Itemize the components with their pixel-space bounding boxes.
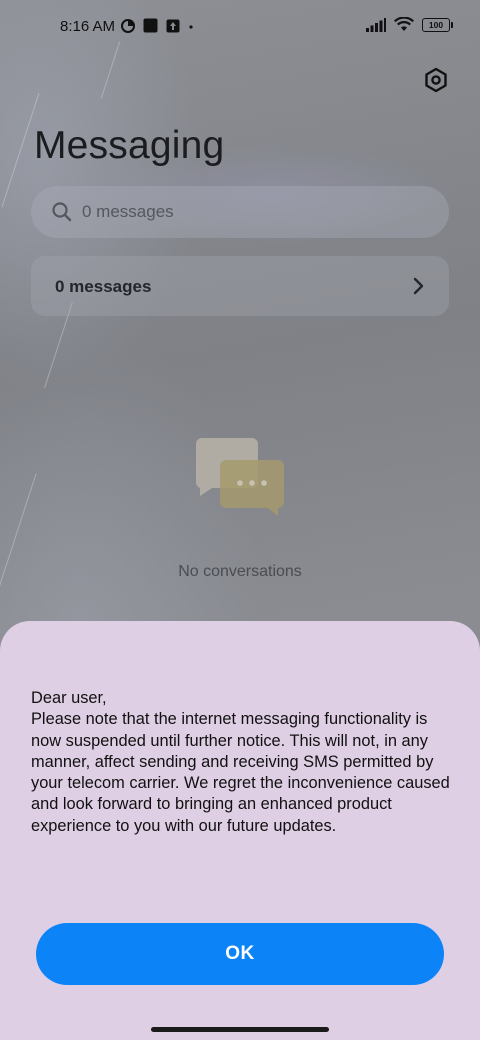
status-bar: 8:16 AM 100 [0, 0, 480, 56]
status-notification-icons [121, 18, 194, 33]
wifi-icon [394, 17, 414, 31]
status-system-icons: 100 [366, 17, 453, 32]
status-time: 8:16 AM [60, 18, 116, 35]
signal-icon [366, 17, 386, 32]
battery-icon: 100 [422, 17, 453, 32]
messages-card[interactable]: 0 messages [31, 256, 449, 316]
page-title: Messaging [34, 124, 225, 167]
notice-dialog: Dear user, Please note that the internet… [0, 621, 480, 1040]
data-saver-icon [121, 18, 135, 33]
messages-card-label: 0 messages [55, 277, 152, 296]
dialog-message: Dear user, Please note that the internet… [31, 689, 450, 835]
settings-button[interactable] [420, 64, 452, 96]
empty-state-label: No conversations [178, 563, 302, 580]
square-notification-icon [143, 18, 158, 33]
search-bar[interactable]: 0 messages [31, 186, 449, 238]
chat-bubbles-icon [195, 438, 284, 516]
ok-button[interactable]: OK [36, 923, 444, 985]
dot-icon [189, 24, 193, 29]
upload-notification-icon [166, 19, 180, 32]
home-indicator[interactable] [151, 1027, 329, 1032]
search-icon [52, 202, 72, 222]
search-input[interactable]: 0 messages [82, 202, 174, 222]
settings-icon [425, 67, 447, 93]
chevron-right-icon [413, 277, 424, 295]
